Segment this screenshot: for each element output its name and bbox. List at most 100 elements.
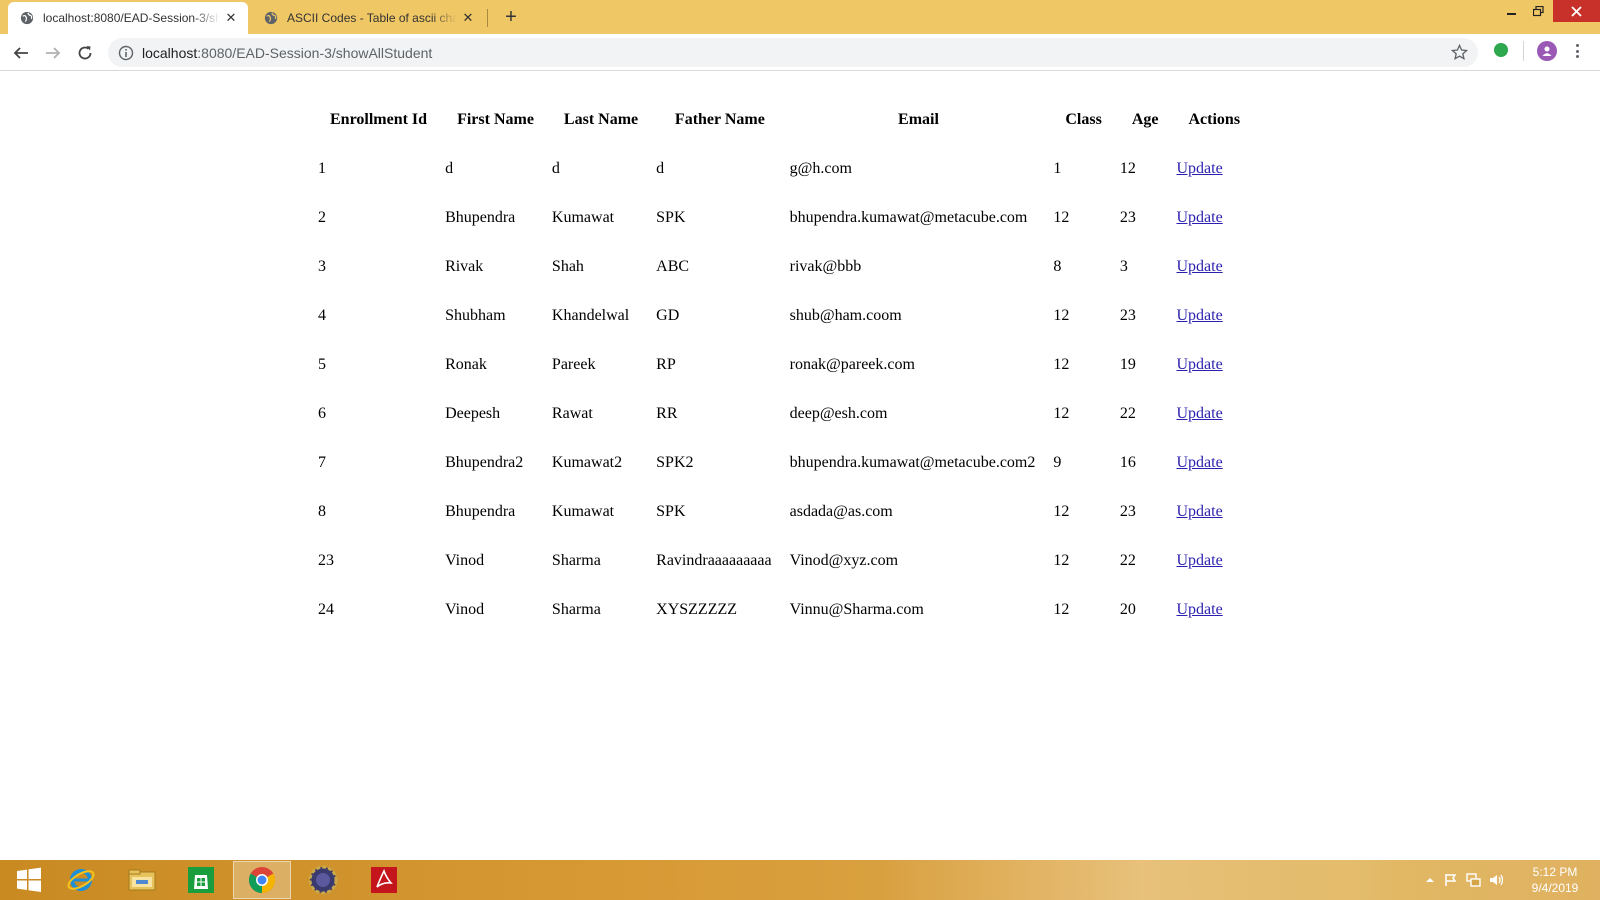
enrollment-id-cell: 1 xyxy=(318,159,326,177)
volume-icon[interactable] xyxy=(1489,873,1505,887)
tab-title: localhost:8080/EAD-Session-3/showAllStud… xyxy=(43,11,220,25)
column-header-first-name: First Name xyxy=(457,110,534,128)
forward-button[interactable] xyxy=(40,40,66,66)
update-link[interactable]: Update xyxy=(1176,503,1222,520)
reload-icon xyxy=(78,46,92,60)
back-button[interactable] xyxy=(8,40,34,66)
last-name-cell: d xyxy=(551,159,560,177)
close-window-button[interactable] xyxy=(1553,0,1600,22)
email-cell: g@h.com xyxy=(789,159,852,177)
class-cell: 12 xyxy=(1053,208,1070,226)
table-row: 23 Vinod Sharma Ravindraaaaaaaaa Vinod@xyz.c… xyxy=(316,537,1254,584)
url-text[interactable]: localhost:8080/EAD-Session-3/showAllStud… xyxy=(142,45,432,61)
age-cell: 23 xyxy=(1119,502,1136,520)
globe-icon xyxy=(264,11,278,25)
file-explorer-icon xyxy=(128,869,156,891)
last-name-cell: Kumawat xyxy=(551,502,615,520)
taskbar-store[interactable] xyxy=(172,861,230,899)
enrollment-id-cell: 4 xyxy=(318,306,326,324)
email-cell: ronak@pareek.com xyxy=(789,355,915,373)
actions-cell: Update xyxy=(1174,488,1254,535)
age-cell: 22 xyxy=(1119,404,1136,422)
action-center-flag-icon[interactable] xyxy=(1444,873,1458,887)
email-cell: rivak@bbb xyxy=(789,257,862,275)
actions-cell: Update xyxy=(1174,390,1254,437)
tab-show-all-student[interactable]: localhost:8080/EAD-Session-3/showAllStud… xyxy=(8,2,248,34)
extension-icon[interactable] xyxy=(1494,43,1508,57)
network-icon[interactable] xyxy=(1466,873,1481,887)
father-name-cell: d xyxy=(656,159,665,177)
update-link[interactable]: Update xyxy=(1176,454,1222,471)
email-cell: Vinod@xyz.com xyxy=(789,551,899,569)
page-content: Enrollment Id First Name Last Name Father N… xyxy=(0,72,1600,860)
taskbar-acrobat[interactable] xyxy=(355,861,413,899)
class-cell: 12 xyxy=(1053,355,1070,373)
chrome-icon xyxy=(248,867,276,894)
tab-ascii-codes[interactable]: ASCII Codes - Table of ascii characters … xyxy=(252,2,485,34)
age-cell: 23 xyxy=(1119,208,1136,226)
column-header-email: Email xyxy=(898,110,939,128)
new-tab-button[interactable]: + xyxy=(499,5,523,29)
enrollment-id-cell: 3 xyxy=(318,257,326,275)
first-name-cell: Vinod xyxy=(445,600,485,618)
table-row: 7 Bhupendra2 Kumawat2 SPK2 bhupendra.kumawat… xyxy=(316,439,1254,486)
first-name-cell: Shubham xyxy=(445,306,506,324)
taskbar-internet-explorer[interactable] xyxy=(52,861,110,899)
age-cell: 19 xyxy=(1119,355,1136,373)
table-row: 5 Ronak Pareek RP ronak@pareek.com 12 19 Update xyxy=(316,341,1254,388)
update-link[interactable]: Update xyxy=(1176,356,1222,373)
update-link[interactable]: Update xyxy=(1176,209,1222,226)
update-link[interactable]: Update xyxy=(1176,307,1222,324)
taskbar-file-explorer[interactable] xyxy=(113,861,171,899)
age-cell: 23 xyxy=(1119,306,1136,324)
column-header-age: Age xyxy=(1131,110,1159,128)
close-tab-icon[interactable]: ✕ xyxy=(457,10,479,26)
email-cell: Vinnu@Sharma.com xyxy=(789,600,924,618)
arrow-left-icon xyxy=(13,47,28,59)
enrollment-id-cell: 7 xyxy=(318,453,326,471)
age-cell: 16 xyxy=(1119,453,1136,471)
close-tab-icon[interactable]: ✕ xyxy=(220,10,242,26)
age-cell: 22 xyxy=(1119,551,1136,569)
actions-cell: Update xyxy=(1174,439,1254,486)
students-table: Enrollment Id First Name Last Name Father N… xyxy=(314,94,1256,635)
restore-button[interactable] xyxy=(1523,0,1553,22)
column-header-last-name: Last Name xyxy=(563,110,639,128)
update-link[interactable]: Update xyxy=(1176,405,1222,422)
arrow-right-icon xyxy=(46,47,61,59)
taskbar-chrome[interactable] xyxy=(233,861,291,899)
restore-icon xyxy=(1532,5,1544,16)
last-name-cell: Kumawat2 xyxy=(551,453,623,471)
father-name-cell: XYSZZZZZ xyxy=(656,600,738,618)
email-cell: shub@ham.coom xyxy=(789,306,902,324)
update-link[interactable]: Update xyxy=(1176,160,1222,177)
table-row: 3 Rivak Shah ABC rivak@bbb 8 3 Update xyxy=(316,243,1254,290)
last-name-cell: Sharma xyxy=(551,600,601,618)
info-icon[interactable] xyxy=(118,45,134,61)
enrollment-id-cell: 6 xyxy=(318,404,326,422)
taskbar-clock[interactable]: 5:12 PM 9/4/2019 xyxy=(1515,864,1595,896)
table-row: 1 d d d g@h.com 1 12 Update xyxy=(316,145,1254,192)
update-link[interactable]: Update xyxy=(1176,258,1222,275)
address-bar[interactable]: localhost:8080/EAD-Session-3/showAllStud… xyxy=(108,38,1478,67)
father-name-cell: RP xyxy=(656,355,676,373)
start-button[interactable] xyxy=(0,861,58,899)
start-icon xyxy=(17,867,41,892)
class-cell: 9 xyxy=(1053,453,1062,471)
update-link[interactable]: Update xyxy=(1176,601,1222,618)
profile-avatar[interactable] xyxy=(1537,41,1557,61)
enrollment-id-cell: 5 xyxy=(318,355,326,373)
show-hidden-icons-icon[interactable] xyxy=(1425,875,1435,885)
table-header-row: Enrollment Id First Name Last Name Father N… xyxy=(316,96,1254,143)
bookmark-star-icon[interactable] xyxy=(1451,44,1468,61)
incognito-person-icon xyxy=(1542,46,1552,56)
dot xyxy=(1575,44,1579,47)
father-name-cell: Ravindraaaaaaaaa xyxy=(656,551,772,569)
update-link[interactable]: Update xyxy=(1176,552,1222,569)
browser-menu-button[interactable] xyxy=(1572,41,1582,61)
reload-button[interactable] xyxy=(72,40,98,66)
enrollment-id-cell: 2 xyxy=(318,208,326,226)
class-cell: 12 xyxy=(1053,600,1070,618)
taskbar-java-ee-ide[interactable] xyxy=(294,861,352,899)
last-name-cell: Shah xyxy=(551,257,584,275)
